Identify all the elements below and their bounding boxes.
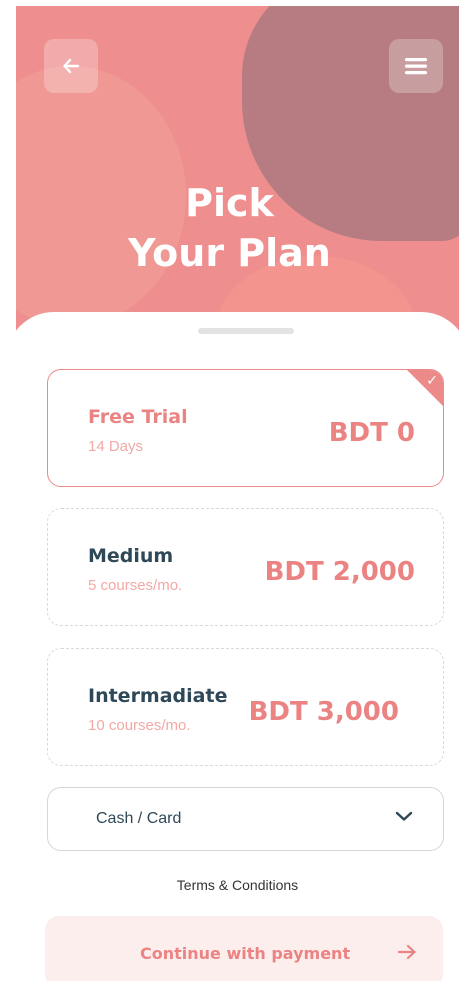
plan-card-free-trial[interactable]: ✓ Free Trial 14 Days BDT 0 — [47, 369, 444, 487]
arrow-right-icon — [397, 944, 416, 960]
payment-method-value: Cash / Card — [96, 810, 182, 827]
continue-with-payment-button[interactable]: Continue with payment — [45, 916, 443, 981]
check-icon: ✓ — [426, 372, 438, 388]
plan-name: Medium — [88, 545, 174, 567]
plan-subtitle: 5 courses/mo. — [88, 577, 183, 594]
chevron-down-icon — [395, 811, 413, 821]
page-title: Pick Your Plan — [16, 178, 459, 278]
plan-price: BDT 3,000 — [248, 697, 399, 727]
plan-subtitle: 14 Days — [88, 438, 144, 455]
hamburger-menu-icon — [405, 58, 427, 75]
plan-subtitle: 10 courses/mo. — [88, 717, 191, 734]
page-title-line-1: Pick — [185, 181, 274, 225]
arrow-left-icon — [63, 58, 80, 74]
plan-price: BDT 0 — [328, 418, 415, 448]
plan-name: Intermadiate — [88, 685, 228, 707]
back-button[interactable] — [44, 39, 98, 93]
menu-button[interactable] — [389, 39, 443, 93]
sheet-drag-handle[interactable] — [198, 328, 294, 334]
plan-card-medium[interactable]: Medium 5 courses/mo. BDT 2,000 — [47, 508, 444, 626]
continue-button-label: Continue with payment — [140, 944, 351, 963]
plan-picker-screen: Pick Your Plan ✓ Free Trial 14 Days BDT … — [16, 6, 459, 981]
plan-name: Free Trial — [88, 406, 188, 428]
payment-method-select[interactable]: Cash / Card — [47, 787, 444, 851]
plan-card-intermediate[interactable]: Intermadiate 10 courses/mo. BDT 3,000 — [47, 648, 444, 766]
page-title-line-2: Your Plan — [128, 231, 331, 275]
plan-price: BDT 2,000 — [264, 557, 415, 587]
terms-and-conditions-link[interactable]: Terms & Conditions — [16, 877, 459, 893]
